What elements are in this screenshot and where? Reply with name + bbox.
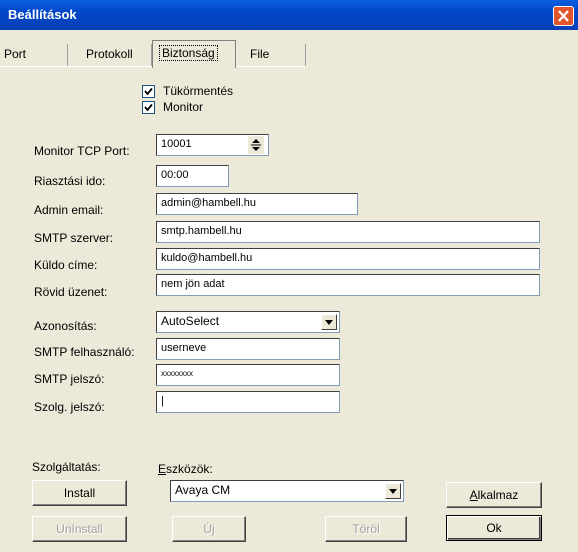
rovid-uzenet-label: Rövid üzenet: bbox=[34, 285, 108, 299]
tukormentes-checkbox[interactable] bbox=[142, 85, 155, 98]
tab-biztonsag-label: Biztonság bbox=[159, 45, 218, 61]
torol-button[interactable]: Töröl bbox=[325, 516, 407, 542]
port-spinner[interactable] bbox=[248, 136, 264, 154]
check-icon bbox=[144, 87, 153, 96]
smtp-szerver-label: SMTP szerver: bbox=[34, 231, 114, 245]
eszkozok-select[interactable]: Avaya CM bbox=[170, 480, 404, 502]
title-bar: Beállítások bbox=[0, 0, 578, 30]
window-title: Beállítások bbox=[8, 7, 77, 22]
admin-email-input[interactable]: admin@hambell.hu bbox=[156, 193, 358, 215]
szolgaltatas-label: Szolgáltatás: bbox=[32, 460, 101, 474]
szolg-jelszo-input[interactable]: | bbox=[156, 391, 340, 413]
szolg-jelszo-label: Szolg. jelszó: bbox=[34, 400, 105, 414]
install-button[interactable]: Install bbox=[32, 480, 127, 506]
kuldo-cime-input[interactable]: kuldo@hambell.hu bbox=[156, 248, 540, 270]
uninstall-button[interactable]: UnInstall bbox=[32, 516, 127, 542]
azonositas-dropdown-button[interactable] bbox=[321, 314, 337, 330]
azonositas-label: Azonosítás: bbox=[34, 319, 97, 333]
tab-file[interactable]: File bbox=[236, 44, 306, 66]
tab-biztonsag[interactable]: Biztonság bbox=[152, 40, 236, 68]
chevron-down-icon bbox=[325, 320, 333, 325]
monitor-checkbox[interactable] bbox=[142, 101, 155, 114]
eszkozok-label: Eszközök: bbox=[158, 462, 213, 476]
smtp-felhasznalo-input[interactable]: userneve bbox=[156, 338, 340, 360]
smtp-szerver-input[interactable]: smtp.hambell.hu bbox=[156, 221, 540, 243]
tab-protokoll[interactable]: Protokoll bbox=[82, 44, 152, 66]
azonositas-value: AutoSelect bbox=[161, 314, 220, 328]
tab-port[interactable]: Port bbox=[0, 44, 68, 66]
chevron-down-icon bbox=[389, 489, 397, 494]
monitor-tcp-port-label: Monitor TCP Port: bbox=[34, 144, 130, 158]
spin-arrows-icon bbox=[248, 136, 264, 154]
rovid-uzenet-input[interactable]: nem jön adat bbox=[156, 274, 540, 296]
uj-button[interactable]: Új bbox=[172, 516, 246, 542]
smtp-felhasznalo-label: SMTP felhasználó: bbox=[34, 345, 135, 359]
ok-button[interactable]: Ok bbox=[446, 515, 542, 541]
eszkozok-dropdown-button[interactable] bbox=[385, 483, 401, 499]
smtp-jelszo-label: SMTP jelszó: bbox=[34, 372, 105, 386]
close-button[interactable] bbox=[553, 6, 574, 26]
riasztasi-ido-label: Riasztási ido: bbox=[34, 174, 106, 188]
azonositas-select[interactable]: AutoSelect bbox=[156, 311, 340, 333]
admin-email-label: Admin email: bbox=[34, 203, 104, 217]
smtp-jelszo-input[interactable]: xxxxxxxx bbox=[156, 364, 340, 386]
tab-bar: Port Protokoll Biztonság File bbox=[0, 38, 578, 68]
riasztasi-ido-input[interactable]: 00:00 bbox=[156, 165, 229, 187]
tab-divider bbox=[0, 66, 152, 67]
eszkozok-value: Avaya CM bbox=[175, 483, 231, 497]
monitor-label: Monitor bbox=[163, 100, 204, 114]
kuldo-cime-label: Küldo címe: bbox=[34, 258, 98, 272]
alkalmaz-button[interactable]: Alkalmaz bbox=[446, 482, 542, 508]
tukormentes-label: Tükörmentés bbox=[163, 84, 234, 98]
check-icon bbox=[144, 103, 153, 112]
close-icon bbox=[558, 10, 569, 22]
tab-divider bbox=[236, 66, 306, 67]
